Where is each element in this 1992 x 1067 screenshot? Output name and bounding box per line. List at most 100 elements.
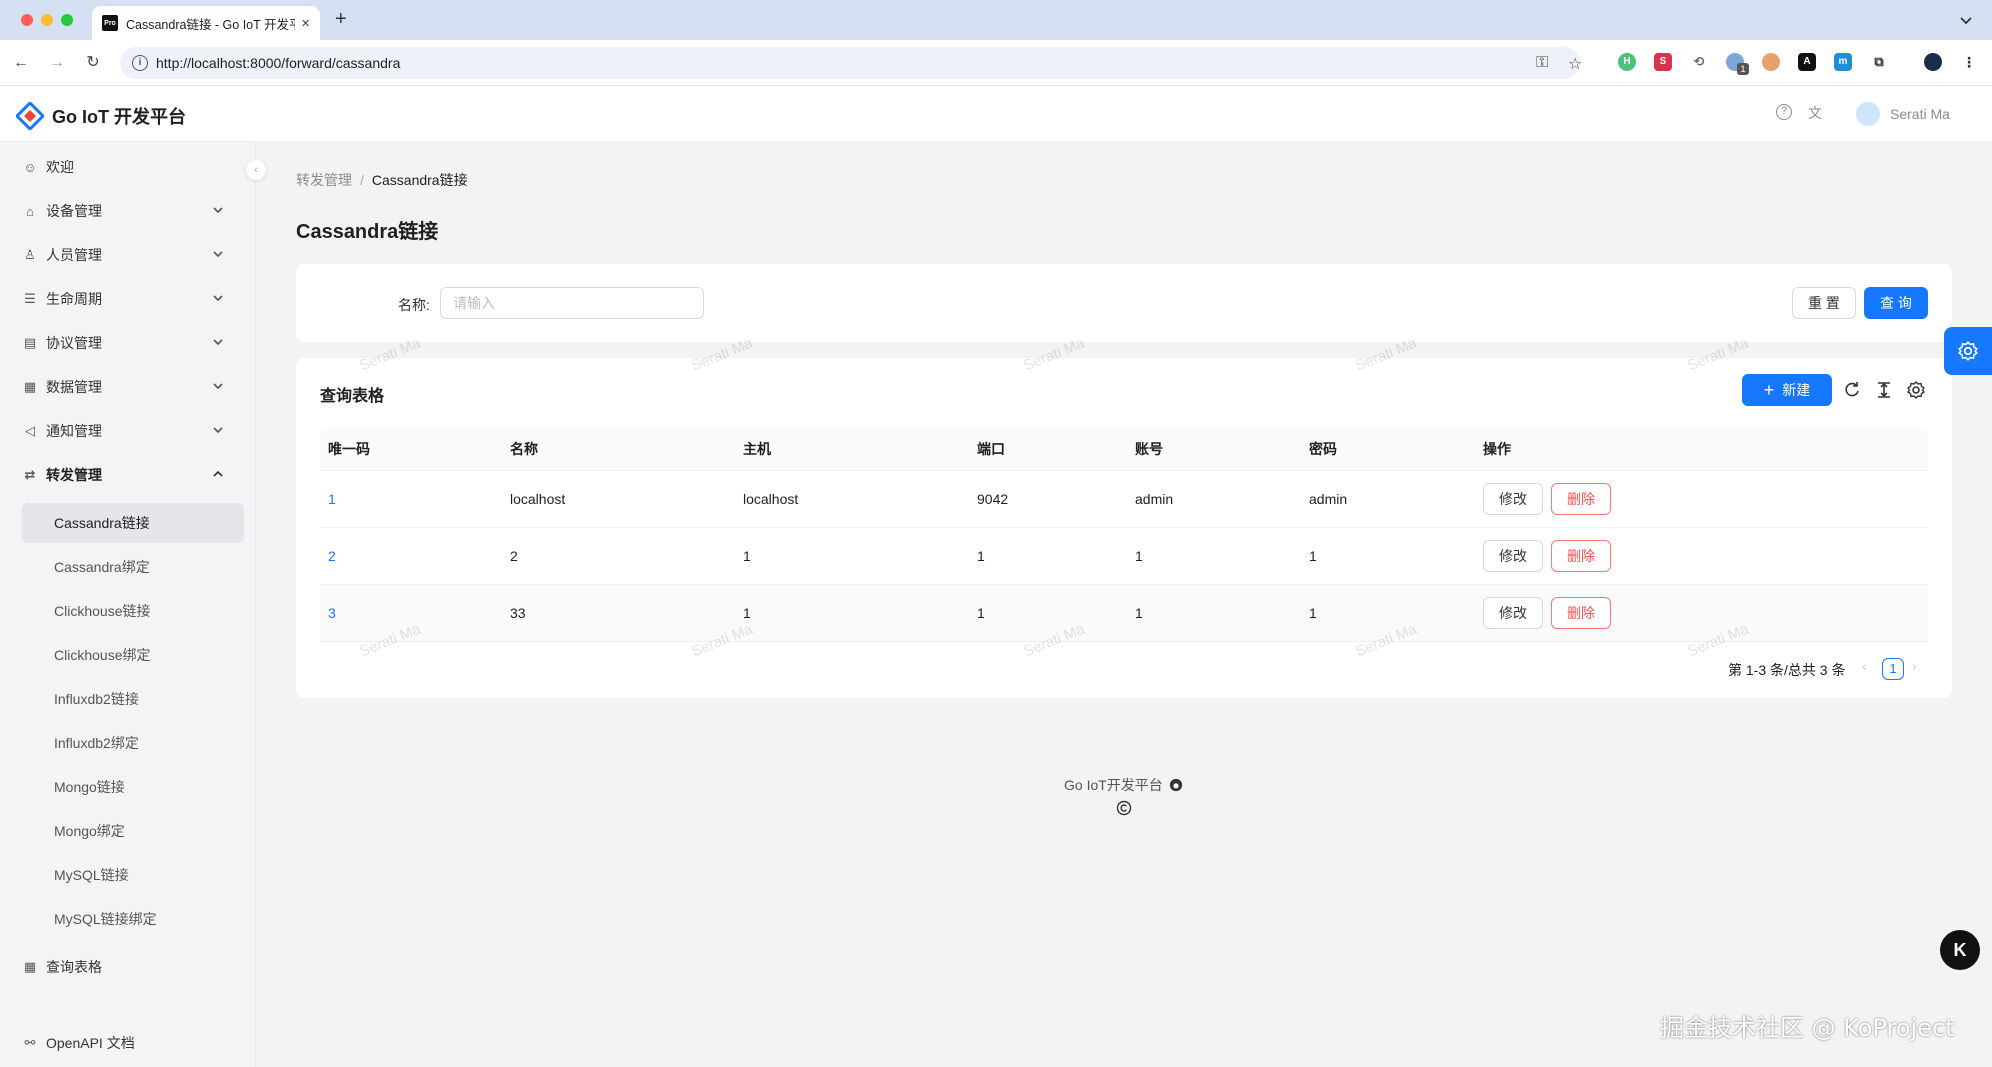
sidebar-item-protocol[interactable]: ▤ 协议管理	[22, 323, 242, 363]
sidebar-item-welcome[interactable]: ☺ 欢迎	[22, 147, 242, 187]
row-name: localhost	[510, 491, 566, 507]
extension-badge-count: 1	[1737, 63, 1749, 75]
edit-button[interactable]: 修改	[1483, 483, 1543, 515]
delete-button[interactable]: 删除	[1551, 597, 1611, 629]
browser-menu-icon[interactable]: ⋮	[1960, 53, 1978, 71]
sidebar-subitem-mongo-link[interactable]: Mongo链接	[22, 767, 244, 807]
sidebar-item-device[interactable]: ⌂ 设备管理	[22, 191, 242, 231]
sidebar-subitem-mysql-bind[interactable]: MySQL链接绑定	[22, 899, 244, 939]
sidebar-item-label: OpenAPI 文档	[46, 1035, 135, 1051]
sidebar-subitem-cassandra-bind[interactable]: Cassandra绑定	[22, 547, 244, 587]
url-text[interactable]: http://localhost:8000/forward/cassandra	[156, 55, 400, 71]
browser-tab-bar: Pro Cassandra链接 - Go IoT 开发平 × +	[0, 0, 1992, 40]
row-password: 1	[1309, 605, 1317, 621]
delete-button[interactable]: 删除	[1551, 483, 1611, 515]
new-tab-icon[interactable]: +	[335, 8, 347, 31]
sidebar-subitem-clickhouse-link[interactable]: Clickhouse链接	[22, 591, 244, 631]
row-name: 2	[510, 548, 518, 564]
sidebar-item-notice[interactable]: ◁ 通知管理	[22, 411, 242, 451]
breadcrumb-separator: /	[360, 172, 364, 188]
user-name[interactable]: Serati Ma	[1890, 106, 1950, 122]
avatar[interactable]	[1856, 102, 1880, 126]
sidebar-item-openapi[interactable]: ⚯ OpenAPI 文档	[22, 1023, 242, 1063]
window-zoom-button[interactable]	[61, 14, 73, 26]
table-title: 查询表格	[320, 388, 385, 405]
gear-icon[interactable]	[1906, 380, 1926, 400]
name-search-input[interactable]	[440, 287, 704, 319]
bookmark-star-icon[interactable]: ☆	[1568, 54, 1582, 74]
window-close-button[interactable]	[21, 14, 33, 26]
profile-avatar-icon[interactable]	[1924, 53, 1942, 71]
extension-black-icon[interactable]: A	[1798, 53, 1816, 71]
sidebar-item-users[interactable]: ♙ 人员管理	[22, 235, 242, 275]
tab-favicon-icon: Pro	[102, 15, 118, 31]
sidebar-collapse-icon[interactable]: ‹	[246, 160, 266, 180]
site-info-icon[interactable]: i	[132, 55, 148, 71]
column-header: 操作	[1483, 441, 1511, 457]
sidebar-subitem-cassandra-link[interactable]: Cassandra链接	[22, 503, 244, 543]
row-port: 1	[977, 605, 985, 621]
sidebar-item-query-table[interactable]: ▦ 查询表格	[22, 947, 242, 987]
sidebar-subitem-mysql-link[interactable]: MySQL链接	[22, 855, 244, 895]
language-icon[interactable]: 文	[1806, 104, 1824, 122]
row-id-link[interactable]: 3	[328, 585, 336, 641]
row-id-link[interactable]: 1	[328, 471, 336, 527]
footer: Go IoT开发平台	[1064, 775, 1183, 795]
sidebar-subitem-clickhouse-bind[interactable]: Clickhouse绑定	[22, 635, 244, 675]
column-header: 密码	[1309, 441, 1337, 457]
sidebar-subitem-mongo-bind[interactable]: Mongo绑定	[22, 811, 244, 851]
url-bar[interactable]: i http://localhost:8000/forward/cassandr…	[120, 47, 1582, 79]
extension-history-icon[interactable]: ⟲	[1690, 53, 1708, 71]
browser-tab-active[interactable]: Pro Cassandra链接 - Go IoT 开发平 ×	[92, 6, 320, 40]
extensions-puzzle-icon[interactable]: ⧉	[1870, 53, 1888, 71]
edit-button[interactable]: 修改	[1483, 540, 1543, 572]
query-button[interactable]: 查 询	[1864, 287, 1928, 319]
table-icon: ▦	[23, 959, 37, 974]
sidebar-item-forward[interactable]: ⇄ 转发管理	[22, 455, 242, 495]
sidebar-item-data[interactable]: ▦ 数据管理	[22, 367, 242, 407]
row-host: 1	[743, 605, 751, 621]
app-logo-icon[interactable]	[16, 102, 44, 130]
sidebar-subitem-influxdb2-bind[interactable]: Influxdb2绑定	[22, 723, 244, 763]
reload-icon[interactable]	[1842, 380, 1862, 400]
sidebar-subitem-influxdb2-link[interactable]: Influxdb2链接	[22, 679, 244, 719]
pagination-next-icon[interactable]: ›	[1912, 658, 1917, 674]
breadcrumb-parent[interactable]: 转发管理	[296, 172, 352, 188]
pagination-prev-icon[interactable]: ‹	[1862, 658, 1867, 674]
extension-s-icon[interactable]: S	[1654, 53, 1672, 71]
extension-green-icon[interactable]: H	[1618, 53, 1636, 71]
copyright-icon	[1116, 800, 1132, 816]
window-minimize-button[interactable]	[41, 14, 53, 26]
floating-k-button[interactable]: K	[1940, 930, 1980, 970]
sidebar-item-label: 设备管理	[46, 203, 102, 219]
extension-blue-icon[interactable]: m	[1834, 53, 1852, 71]
column-height-icon[interactable]	[1874, 380, 1894, 400]
forward-icon[interactable]: →	[46, 52, 68, 74]
tab-search-chevron-icon[interactable]	[1958, 12, 1974, 28]
setting-drawer-button[interactable]	[1944, 327, 1992, 375]
app-header: Go IoT 开发平台 ? 文 Serati Ma	[0, 86, 1992, 142]
column-header: 账号	[1135, 441, 1163, 457]
tab-close-icon[interactable]: ×	[301, 15, 310, 32]
row-id-link[interactable]: 2	[328, 528, 336, 584]
extension-orange-icon[interactable]	[1762, 53, 1780, 71]
password-key-icon[interactable]: ⚿	[1536, 54, 1548, 72]
edit-button[interactable]: 修改	[1483, 597, 1543, 629]
reload-icon[interactable]: ↻	[82, 52, 104, 74]
help-icon[interactable]: ?	[1776, 104, 1792, 120]
site-watermark: 掘金技术社区 @ KoProject	[1660, 1014, 1955, 1042]
breadcrumb: 转发管理 / Cassandra链接	[296, 170, 468, 190]
chevron-down-icon	[213, 295, 223, 302]
new-button[interactable]: + 新建	[1742, 374, 1832, 406]
reset-button[interactable]: 重 置	[1792, 287, 1856, 319]
user-icon: ♙	[24, 247, 36, 262]
github-icon[interactable]	[1169, 778, 1183, 792]
footer-text[interactable]: Go IoT开发平台	[1064, 775, 1163, 795]
app-title[interactable]: Go IoT 开发平台	[52, 103, 186, 129]
table-header-row: 唯一码 名称 主机 端口 账号 密码 操作	[320, 428, 1928, 471]
pagination-page-1[interactable]: 1	[1882, 658, 1904, 680]
delete-button[interactable]: 删除	[1551, 540, 1611, 572]
sidebar-item-label: 转发管理	[46, 467, 102, 483]
sidebar-item-lifecycle[interactable]: ☰ 生命周期	[22, 279, 242, 319]
back-icon[interactable]: ←	[10, 52, 32, 74]
